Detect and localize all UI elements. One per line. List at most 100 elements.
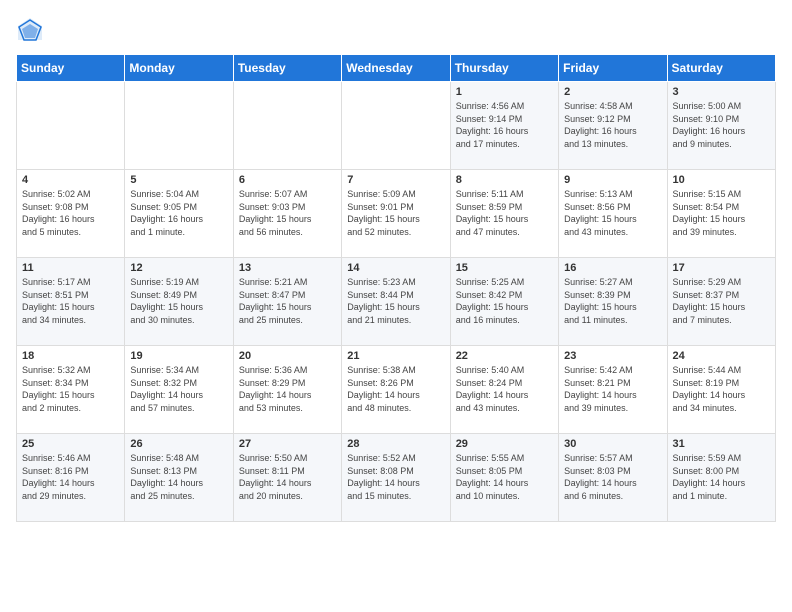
calendar-cell: 17 Sunrise: 5:29 AM Sunset: 8:37 PM Dayli… xyxy=(667,258,775,346)
calendar-week-row: 25 Sunrise: 5:46 AM Sunset: 8:16 PM Dayli… xyxy=(17,434,776,522)
col-header-thursday: Thursday xyxy=(450,55,558,82)
col-header-monday: Monday xyxy=(125,55,233,82)
day-number: 20 xyxy=(239,350,336,362)
day-number: 29 xyxy=(456,438,553,450)
calendar-cell xyxy=(342,82,450,170)
col-header-friday: Friday xyxy=(559,55,667,82)
day-number: 1 xyxy=(456,86,553,98)
day-content: Sunrise: 5:15 AM Sunset: 8:54 PM Dayligh… xyxy=(673,188,770,238)
calendar-cell: 2Sunrise: 4:58 AM Sunset: 9:12 PM Daylig… xyxy=(559,82,667,170)
col-header-tuesday: Tuesday xyxy=(233,55,341,82)
day-content: Sunrise: 5:13 AM Sunset: 8:56 PM Dayligh… xyxy=(564,188,661,238)
day-number: 31 xyxy=(673,438,770,450)
day-content: Sunrise: 5:27 AM Sunset: 8:39 PM Dayligh… xyxy=(564,276,661,326)
calendar-header-row: SundayMondayTuesdayWednesdayThursdayFrid… xyxy=(17,55,776,82)
day-content: Sunrise: 5:07 AM Sunset: 9:03 PM Dayligh… xyxy=(239,188,336,238)
day-number: 17 xyxy=(673,262,770,274)
col-header-saturday: Saturday xyxy=(667,55,775,82)
calendar-cell: 10 Sunrise: 5:15 AM Sunset: 8:54 PM Dayli… xyxy=(667,170,775,258)
day-content: Sunrise: 5:42 AM Sunset: 8:21 PM Dayligh… xyxy=(564,364,661,414)
calendar-cell: 27Sunrise: 5:50 AM Sunset: 8:11 PM Dayli… xyxy=(233,434,341,522)
day-content: Sunrise: 5:57 AM Sunset: 8:03 PM Dayligh… xyxy=(564,452,661,502)
day-number: 9 xyxy=(564,174,661,186)
day-number: 24 xyxy=(673,350,770,362)
day-content: Sunrise: 5:19 AM Sunset: 8:49 PM Dayligh… xyxy=(130,276,227,326)
day-number: 28 xyxy=(347,438,444,450)
calendar-cell: 11 Sunrise: 5:17 AM Sunset: 8:51 PM Dayli… xyxy=(17,258,125,346)
calendar-cell: 15 Sunrise: 5:25 AM Sunset: 8:42 PM Dayli… xyxy=(450,258,558,346)
calendar-cell: 24 Sunrise: 5:44 AM Sunset: 8:19 PM Dayli… xyxy=(667,346,775,434)
day-content: Sunrise: 5:50 AM Sunset: 8:11 PM Dayligh… xyxy=(239,452,336,502)
day-content: Sunrise: 5:11 AM Sunset: 8:59 PM Dayligh… xyxy=(456,188,553,238)
calendar-cell: 3 Sunrise: 5:00 AM Sunset: 9:10 PM Daylig… xyxy=(667,82,775,170)
day-content: Sunrise: 5:04 AM Sunset: 9:05 PM Dayligh… xyxy=(130,188,227,238)
calendar-cell: 21 Sunrise: 5:38 AM Sunset: 8:26 PM Dayli… xyxy=(342,346,450,434)
day-content: Sunrise: 5:23 AM Sunset: 8:44 PM Dayligh… xyxy=(347,276,444,326)
day-number: 22 xyxy=(456,350,553,362)
day-content: Sunrise: 4:56 AM Sunset: 9:14 PM Dayligh… xyxy=(456,100,553,150)
calendar-table: SundayMondayTuesdayWednesdayThursdayFrid… xyxy=(16,54,776,522)
col-header-sunday: Sunday xyxy=(17,55,125,82)
day-number: 5 xyxy=(130,174,227,186)
calendar-cell xyxy=(125,82,233,170)
day-content: Sunrise: 5:55 AM Sunset: 8:05 PM Dayligh… xyxy=(456,452,553,502)
calendar-week-row: 11 Sunrise: 5:17 AM Sunset: 8:51 PM Dayli… xyxy=(17,258,776,346)
calendar-cell: 25 Sunrise: 5:46 AM Sunset: 8:16 PM Dayli… xyxy=(17,434,125,522)
day-number: 7 xyxy=(347,174,444,186)
calendar-cell: 30 Sunrise: 5:57 AM Sunset: 8:03 PM Dayli… xyxy=(559,434,667,522)
day-content: Sunrise: 5:00 AM Sunset: 9:10 PM Dayligh… xyxy=(673,100,770,150)
day-content: Sunrise: 5:36 AM Sunset: 8:29 PM Dayligh… xyxy=(239,364,336,414)
logo-icon xyxy=(16,16,44,44)
calendar-cell: 22 Sunrise: 5:40 AM Sunset: 8:24 PM Dayli… xyxy=(450,346,558,434)
calendar-cell: 8 Sunrise: 5:11 AM Sunset: 8:59 PM Daylig… xyxy=(450,170,558,258)
day-content: Sunrise: 5:44 AM Sunset: 8:19 PM Dayligh… xyxy=(673,364,770,414)
calendar-cell: 20 Sunrise: 5:36 AM Sunset: 8:29 PM Dayli… xyxy=(233,346,341,434)
day-number: 15 xyxy=(456,262,553,274)
day-number: 11 xyxy=(22,262,119,274)
calendar-cell xyxy=(233,82,341,170)
calendar-cell: 5 Sunrise: 5:04 AM Sunset: 9:05 PM Daylig… xyxy=(125,170,233,258)
day-number: 16 xyxy=(564,262,661,274)
day-number: 3 xyxy=(673,86,770,98)
col-header-wednesday: Wednesday xyxy=(342,55,450,82)
calendar-week-row: 4 Sunrise: 5:02 AM Sunset: 9:08 PM Daylig… xyxy=(17,170,776,258)
calendar-cell: 19Sunrise: 5:34 AM Sunset: 8:32 PM Dayli… xyxy=(125,346,233,434)
day-number: 26 xyxy=(130,438,227,450)
calendar-cell: 7Sunrise: 5:09 AM Sunset: 9:01 PM Daylig… xyxy=(342,170,450,258)
calendar-cell: 18 Sunrise: 5:32 AM Sunset: 8:34 PM Dayli… xyxy=(17,346,125,434)
calendar-cell: 6Sunrise: 5:07 AM Sunset: 9:03 PM Daylig… xyxy=(233,170,341,258)
calendar-cell: 14 Sunrise: 5:23 AM Sunset: 8:44 PM Dayli… xyxy=(342,258,450,346)
day-content: Sunrise: 5:17 AM Sunset: 8:51 PM Dayligh… xyxy=(22,276,119,326)
day-content: Sunrise: 5:25 AM Sunset: 8:42 PM Dayligh… xyxy=(456,276,553,326)
day-content: Sunrise: 5:52 AM Sunset: 8:08 PM Dayligh… xyxy=(347,452,444,502)
day-content: Sunrise: 5:38 AM Sunset: 8:26 PM Dayligh… xyxy=(347,364,444,414)
day-content: Sunrise: 5:40 AM Sunset: 8:24 PM Dayligh… xyxy=(456,364,553,414)
calendar-cell: 26 Sunrise: 5:48 AM Sunset: 8:13 PM Dayli… xyxy=(125,434,233,522)
calendar-cell: 4 Sunrise: 5:02 AM Sunset: 9:08 PM Daylig… xyxy=(17,170,125,258)
day-number: 10 xyxy=(673,174,770,186)
day-content: Sunrise: 5:29 AM Sunset: 8:37 PM Dayligh… xyxy=(673,276,770,326)
day-content: Sunrise: 5:48 AM Sunset: 8:13 PM Dayligh… xyxy=(130,452,227,502)
day-content: Sunrise: 5:46 AM Sunset: 8:16 PM Dayligh… xyxy=(22,452,119,502)
day-content: Sunrise: 5:02 AM Sunset: 9:08 PM Dayligh… xyxy=(22,188,119,238)
day-content: Sunrise: 5:59 AM Sunset: 8:00 PM Dayligh… xyxy=(673,452,770,502)
day-content: Sunrise: 5:32 AM Sunset: 8:34 PM Dayligh… xyxy=(22,364,119,414)
day-number: 25 xyxy=(22,438,119,450)
day-number: 19 xyxy=(130,350,227,362)
calendar-cell: 23 Sunrise: 5:42 AM Sunset: 8:21 PM Dayli… xyxy=(559,346,667,434)
day-number: 14 xyxy=(347,262,444,274)
day-number: 18 xyxy=(22,350,119,362)
calendar-cell: 29 Sunrise: 5:55 AM Sunset: 8:05 PM Dayli… xyxy=(450,434,558,522)
day-number: 12 xyxy=(130,262,227,274)
calendar-cell: 9 Sunrise: 5:13 AM Sunset: 8:56 PM Daylig… xyxy=(559,170,667,258)
day-number: 2 xyxy=(564,86,661,98)
day-number: 8 xyxy=(456,174,553,186)
calendar-week-row: 1 Sunrise: 4:56 AM Sunset: 9:14 PM Daylig… xyxy=(17,82,776,170)
day-number: 21 xyxy=(347,350,444,362)
day-number: 23 xyxy=(564,350,661,362)
logo xyxy=(16,16,48,44)
calendar-cell: 28 Sunrise: 5:52 AM Sunset: 8:08 PM Dayli… xyxy=(342,434,450,522)
day-number: 4 xyxy=(22,174,119,186)
day-number: 30 xyxy=(564,438,661,450)
calendar-cell: 13Sunrise: 5:21 AM Sunset: 8:47 PM Dayli… xyxy=(233,258,341,346)
